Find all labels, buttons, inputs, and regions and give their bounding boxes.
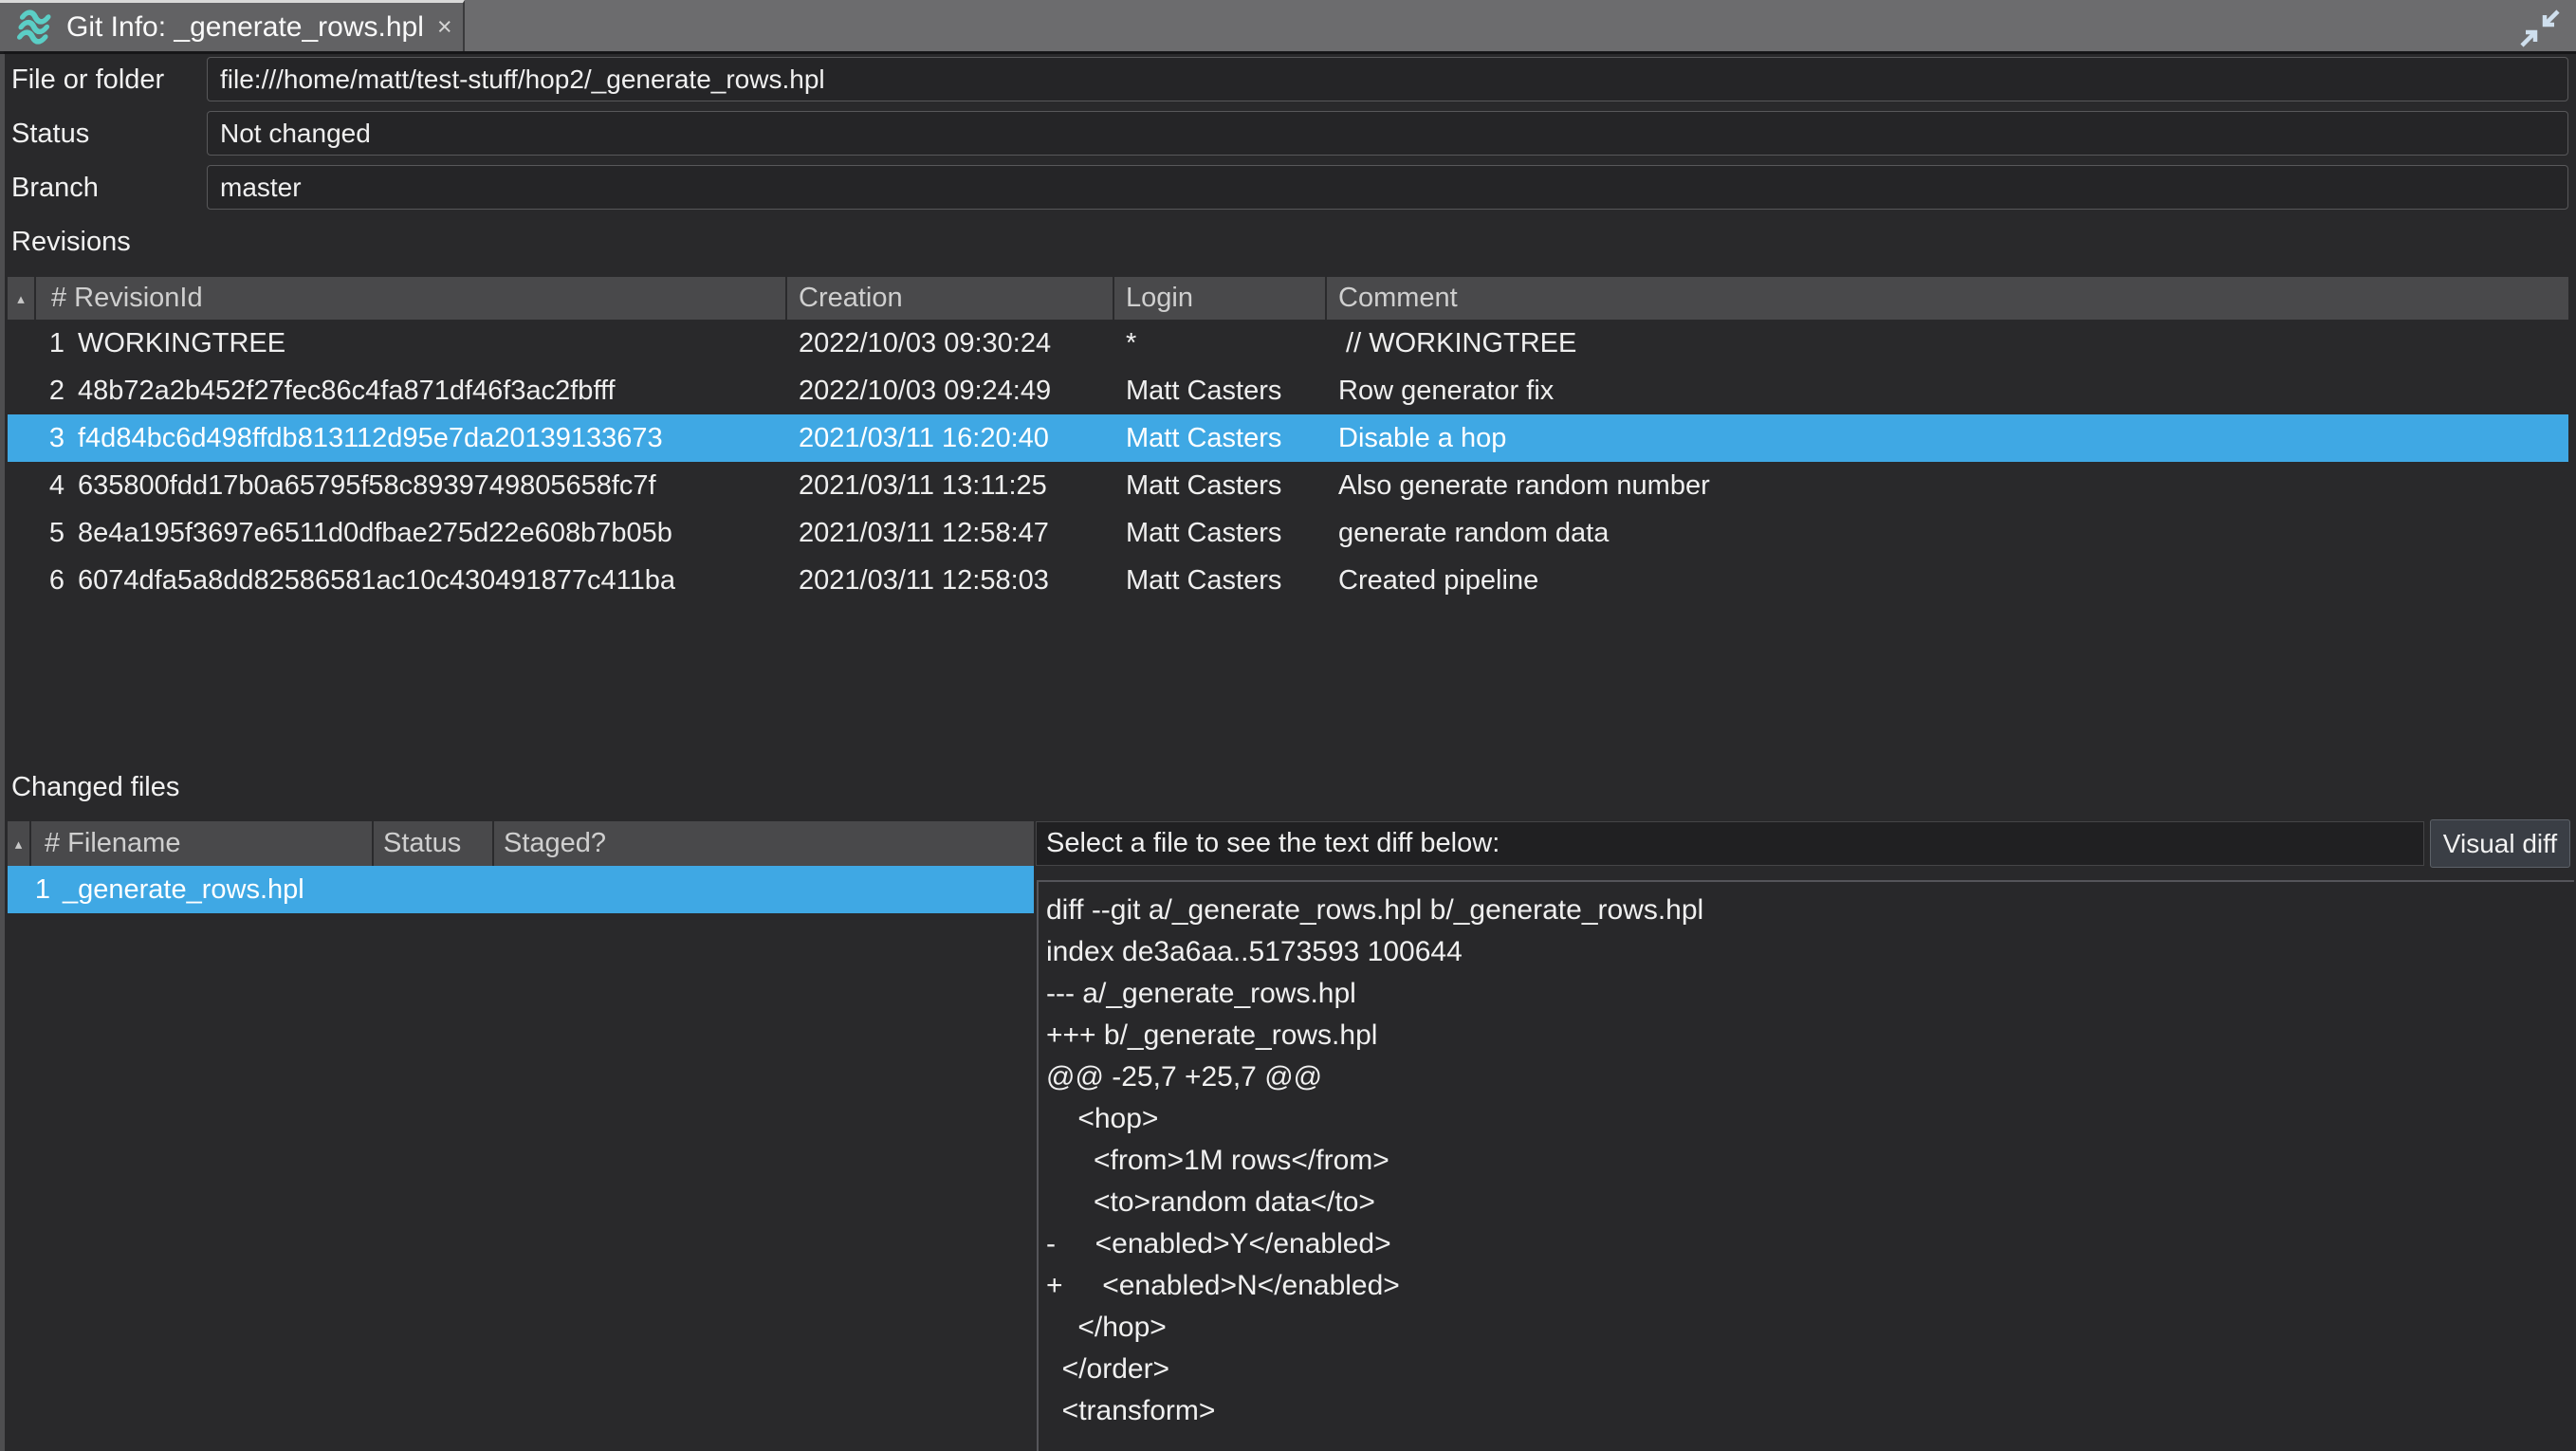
tab-title: Git Info: _generate_rows.hpl bbox=[66, 11, 424, 44]
revision-comment: Created pipeline bbox=[1327, 565, 2568, 597]
tab-bar: Git Info: _generate_rows.hpl × bbox=[0, 0, 2576, 54]
revision-row-selected[interactable]: 3 f4d84bc6d498ffdb813112d95e7da2013913367… bbox=[8, 414, 2568, 462]
row-number: 1 bbox=[31, 874, 50, 906]
revision-row[interactable]: 2 48b72a2b452f27fec86c4fa871df46f3ac2fbff… bbox=[8, 367, 2568, 414]
branch-label: Branch bbox=[11, 174, 99, 202]
revision-id: 8e4a195f3697e6511d0dfbae275d22e608b7b05b bbox=[78, 518, 672, 548]
diff-hint-label: Select a file to see the text diff below… bbox=[1036, 821, 2424, 866]
tab-close-icon[interactable]: × bbox=[437, 14, 452, 40]
revision-comment: generate random data bbox=[1327, 518, 2568, 549]
row-number: 2 bbox=[36, 376, 64, 407]
status-label: Status bbox=[11, 119, 89, 148]
revision-row[interactable]: 5 8e4a195f3697e6511d0dfbae275d22e608b7b05… bbox=[8, 509, 2568, 557]
hop-waves-icon bbox=[15, 9, 53, 46]
revisions-header-comment[interactable]: Comment bbox=[1327, 277, 2568, 320]
revision-creation: 2022/10/03 09:30:24 bbox=[787, 328, 1114, 359]
revision-login: Matt Casters bbox=[1114, 565, 1327, 597]
revision-row[interactable]: 1 WORKINGTREE 2022/10/03 09:30:24 * // WO… bbox=[8, 320, 2568, 367]
revisions-header-creation[interactable]: Creation bbox=[787, 277, 1114, 320]
row-number: 6 bbox=[36, 565, 64, 597]
revisions-header-login[interactable]: Login bbox=[1114, 277, 1327, 320]
revision-comment: Row generator fix bbox=[1327, 376, 2568, 407]
changed-files-header-status[interactable]: Status bbox=[374, 821, 494, 866]
revisions-section-label: Revisions bbox=[11, 228, 131, 256]
changed-file-row-selected[interactable]: 1 _generate_rows.hpl bbox=[8, 866, 1034, 913]
changed-files-header-staged[interactable]: Staged? bbox=[494, 821, 1034, 866]
revision-id: WORKINGTREE bbox=[78, 328, 285, 358]
changed-files-section-label: Changed files bbox=[11, 773, 179, 801]
revision-id: f4d84bc6d498ffdb813112d95e7da20139133673 bbox=[78, 423, 663, 453]
revision-row[interactable]: 4 635800fdd17b0a65795f58c8939749805658fc7… bbox=[8, 462, 2568, 509]
revision-login: * bbox=[1114, 328, 1327, 359]
revision-creation: 2021/03/11 12:58:03 bbox=[787, 565, 1114, 597]
changed-filename: _generate_rows.hpl bbox=[63, 874, 304, 905]
revision-creation: 2021/03/11 16:20:40 bbox=[787, 423, 1114, 454]
file-or-folder-input[interactable] bbox=[207, 57, 2568, 101]
sort-ascending-icon: ▴ bbox=[17, 290, 25, 307]
row-number: 1 bbox=[36, 328, 64, 359]
sort-ascending-icon: ▴ bbox=[15, 836, 23, 853]
revision-creation: 2022/10/03 09:24:49 bbox=[787, 376, 1114, 407]
changed-files-table-header: ▴ # Filename Status Staged? bbox=[8, 821, 1034, 866]
revision-creation: 2021/03/11 12:58:47 bbox=[787, 518, 1114, 549]
row-number: 5 bbox=[36, 518, 64, 549]
revisions-table: ▴ # RevisionId Creation Login Comment 1W… bbox=[8, 277, 2568, 604]
revision-login: Matt Casters bbox=[1114, 470, 1327, 502]
revision-row[interactable]: 6 6074dfa5a8dd82586581ac10c430491877c411b… bbox=[8, 557, 2568, 604]
revisions-header-revisionid[interactable]: # RevisionId bbox=[36, 277, 787, 320]
revision-id: 48b72a2b452f27fec86c4fa871df46f3ac2fbfff bbox=[78, 376, 616, 406]
row-number: 4 bbox=[36, 470, 64, 502]
file-or-folder-label: File or folder bbox=[11, 65, 164, 94]
diff-text-area[interactable]: diff --git a/_generate_rows.hpl b/_gener… bbox=[1037, 880, 2574, 1451]
status-input[interactable] bbox=[207, 111, 2568, 156]
revision-login: Matt Casters bbox=[1114, 518, 1327, 549]
revision-comment: // WORKINGTREE bbox=[1327, 328, 2568, 359]
revisions-table-header: ▴ # RevisionId Creation Login Comment bbox=[8, 277, 2568, 320]
changed-files-header-filename[interactable]: # Filename bbox=[31, 821, 374, 866]
diff-text: diff --git a/_generate_rows.hpl b/_gener… bbox=[1039, 882, 2574, 1432]
changed-files-table: ▴ # Filename Status Staged? 1 _generate_r… bbox=[8, 821, 1034, 913]
revision-id: 635800fdd17b0a65795f58c8939749805658fc7f bbox=[78, 470, 656, 501]
revision-creation: 2021/03/11 13:11:25 bbox=[787, 470, 1114, 502]
branch-input[interactable] bbox=[207, 165, 2568, 210]
collapse-icon[interactable] bbox=[2517, 8, 2561, 47]
tab-git-info[interactable]: Git Info: _generate_rows.hpl × bbox=[0, 0, 465, 51]
visual-diff-button[interactable]: Visual diff bbox=[2430, 819, 2570, 868]
row-number: 3 bbox=[36, 423, 64, 454]
revision-id: 6074dfa5a8dd82586581ac10c430491877c411ba bbox=[78, 565, 675, 596]
revisions-sort-column-header[interactable]: ▴ bbox=[8, 277, 36, 320]
revision-login: Matt Casters bbox=[1114, 423, 1327, 454]
revision-login: Matt Casters bbox=[1114, 376, 1327, 407]
changed-files-sort-column-header[interactable]: ▴ bbox=[8, 821, 31, 866]
revision-comment: Also generate random number bbox=[1327, 470, 2568, 502]
revision-comment: Disable a hop bbox=[1327, 423, 2568, 454]
